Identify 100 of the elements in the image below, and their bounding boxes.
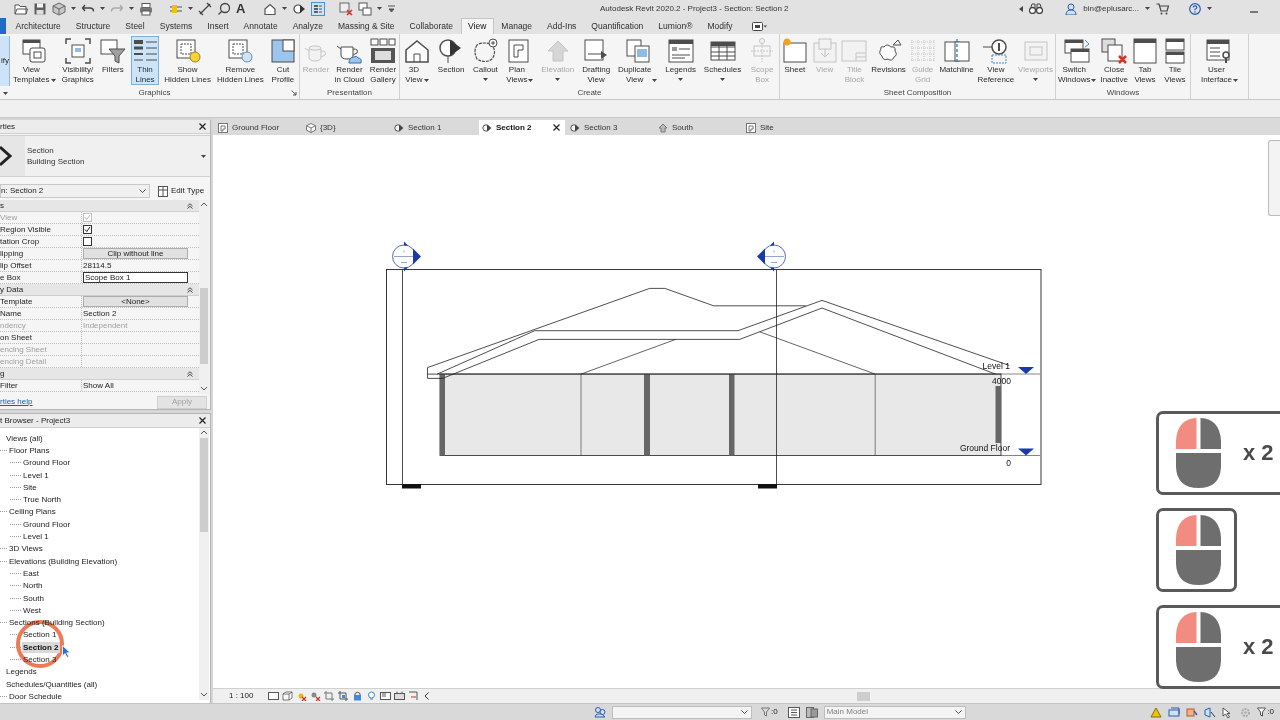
tree-item[interactable]: Legends [5,666,38,678]
save-icon[interactable] [33,1,47,16]
chevron-left-icon[interactable] [1019,5,1024,12]
ribbon-tab[interactable]: Manage [493,18,540,34]
user-name[interactable]: bin@eplusarc... [1083,4,1139,13]
hide-element-icon[interactable] [380,691,391,701]
tree-item[interactable]: Elevations (Building Elevation) [8,555,119,567]
tree-item[interactable]: Ceiling Plans [8,506,57,518]
tree-item[interactable]: Level 1 [22,531,50,542]
ribbon-button[interactable]: Drafting View [581,36,612,85]
ribbon-button[interactable]: Revisions [870,36,907,85]
tree-item[interactable]: Views (all) [5,432,44,444]
dimension-icon[interactable] [198,1,212,16]
ribbon-button[interactable]: Plan Views [505,36,535,85]
tree-item[interactable]: East [22,567,40,579]
binoculars-icon[interactable] [1029,3,1044,14]
lock-icon[interactable] [352,691,363,701]
ribbon-tab[interactable]: Steel [117,18,153,34]
design-options-icon[interactable] [805,706,818,718]
ribbon-tab[interactable]: Analyze [285,18,331,34]
ribbon-button[interactable]: Duplicate View [617,36,659,85]
tree-item[interactable]: Ground Floor [22,518,72,530]
section-head-marker[interactable] [392,241,421,272]
line-weights-icon[interactable] [311,1,326,16]
launcher-arrow-icon[interactable] [291,89,297,96]
checkbox[interactable] [83,225,92,234]
tree-item[interactable]: True North [22,494,62,506]
select-underlay-icon[interactable] [1168,706,1181,718]
ribbon-button[interactable]: Cut Profile [268,36,297,85]
detail-level-icon[interactable] [268,691,279,701]
ribbon-tab[interactable]: Modify [700,18,741,34]
close-icon[interactable] [199,417,206,424]
tree-item[interactable]: South [22,592,45,604]
tree-item[interactable]: West [22,604,43,616]
tree-item[interactable]: Floor Plans [8,444,51,456]
filter-icon[interactable] [761,707,770,717]
value-button[interactable]: Clip without line [83,248,188,259]
collapse-icon[interactable] [187,202,193,209]
ribbon-tab[interactable]: Lumion® [650,18,700,34]
chevron-left-icon[interactable] [424,692,429,700]
help-icon[interactable] [1189,2,1201,15]
tree-item[interactable]: North [22,580,44,592]
ribbon-button[interactable]: Tab Views [1131,36,1159,85]
switch-windows-icon[interactable] [358,1,373,16]
ribbon-button[interactable]: Show Hidden Lines [163,36,212,85]
section-line[interactable] [402,269,421,489]
ribbon-button[interactable]: Render Gallery [368,36,398,85]
print-icon[interactable] [139,1,153,16]
cube-icon[interactable] [52,1,66,16]
crop-view-icon[interactable] [324,691,335,701]
select-pinned-icon[interactable] [1186,706,1199,718]
ribbon-button[interactable]: Callout [471,36,500,85]
ribbon-button[interactable]: Matchline [938,36,975,85]
section-head-marker[interactable] [757,241,786,272]
ribbon-button[interactable]: Render in Cloud [333,36,366,85]
circle-leader-icon[interactable] [217,1,231,16]
crop-region-frame[interactable] [386,269,1042,485]
editable-only-icon[interactable] [787,706,800,718]
ribbon-button[interactable]: Close Inactive [1099,36,1129,85]
ribbon-tab[interactable]: Insert [199,18,237,34]
close-windows-icon[interactable] [339,1,354,16]
ribbon-tab[interactable]: Massing & Site [330,18,403,34]
tree-item[interactable]: Schedules/Quantities (all) [5,678,99,690]
checkbox[interactable] [83,237,92,246]
select-links-icon[interactable] [1150,706,1163,718]
ribbon-button[interactable]: Visibility/ Graphics [60,36,95,85]
value-field[interactable]: Scope Box 1 [83,272,188,283]
ribbon-button[interactable]: Section [436,36,466,85]
value-button[interactable]: <None> [83,296,188,307]
text-tool-button[interactable]: A [236,2,246,15]
close-icon[interactable] [553,124,560,131]
ribbon-button[interactable]: User Interface [1199,36,1240,85]
ribbon-button[interactable]: View Templates [12,36,57,85]
ribbon-button[interactable]: Filters [98,36,127,85]
level-marker[interactable] [1000,367,1041,375]
tree-item[interactable]: Site [22,481,38,493]
ribbon-tab[interactable]: Add-Ins [539,18,584,34]
ribbon-button[interactable]: Legends [664,36,697,85]
filter-icon[interactable] [1257,707,1267,717]
worksets-icon[interactable] [594,706,606,718]
modify-button[interactable]: ify [0,36,10,86]
ribbon-tab[interactable]: Systems [152,18,200,34]
ribbon-button[interactable]: Schedules [702,36,743,85]
section-line[interactable] [758,269,777,489]
edit-type-button[interactable]: Edit Type [158,184,205,198]
tree-item[interactable]: Level 1 [22,469,50,481]
folder-icon[interactable] [14,1,28,16]
tree-item[interactable]: Ground Floor [22,457,72,469]
tree-item[interactable]: Section 1 [22,629,58,641]
ribbon-tab[interactable]: Architecture [8,18,69,34]
ribbon-button[interactable]: Tile Views [1160,36,1189,85]
close-icon[interactable] [199,123,206,130]
view-tab[interactable]: Section 2 [479,120,565,135]
ribbon-button[interactable]: View Reference [976,36,1016,85]
shadows-off-icon[interactable] [310,691,321,701]
analytical-model-icon[interactable] [394,691,405,701]
collapse-icon[interactable] [187,370,193,377]
help-link[interactable]: rties help [0,398,33,406]
crop-region-icon[interactable] [338,691,349,701]
ribbon-button[interactable]: Remove Hidden Lines [216,36,265,85]
